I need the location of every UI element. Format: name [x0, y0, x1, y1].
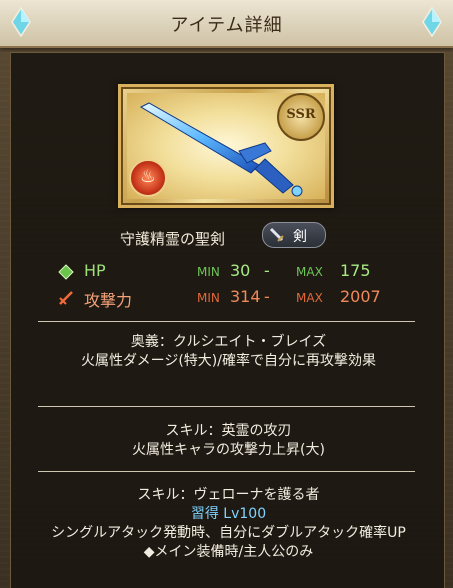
min-label: MIN	[197, 291, 220, 305]
divider	[38, 406, 415, 407]
min-value: 30	[230, 261, 251, 280]
sword-icon	[269, 227, 284, 242]
header-bar: アイテム詳細	[0, 0, 453, 48]
weapon-image: SSR ♨	[118, 84, 334, 208]
max-label: MAX	[296, 265, 323, 279]
skill-title: スキル：ヴェローナを護る者	[137, 487, 320, 503]
ougi-section: 奥義：クルシエイト・ブレイズ 火属性ダメージ(特大)/確率で自分に再攻撃効果	[50, 333, 407, 371]
rarity-badge: SSR	[277, 93, 325, 141]
divider	[38, 321, 415, 322]
item-name: 守護精霊の聖剣	[120, 230, 226, 248]
skill-section-2: スキル：ヴェローナを護る者 習得 Lv100 シングルアタック発動時、自分にダブ…	[50, 486, 420, 562]
weapon-type-badge: 剣	[262, 222, 326, 248]
ougi-description: 火属性ダメージ(特大)/確率で自分に再攻撃効果	[81, 353, 376, 369]
max-value: 2007	[340, 287, 381, 306]
skill-section-1: スキル：英霊の攻刃 火属性キャラの攻撃力上昇(大)	[50, 422, 407, 460]
sword-attack-icon	[59, 291, 73, 305]
diamond-icon	[58, 264, 74, 280]
page-title: アイテム詳細	[170, 15, 283, 36]
range-separator: -	[264, 287, 270, 306]
item-detail-window: アイテム詳細 SSR ♨ 守護精霊の聖剣 剣 HP MIN 30 - MAX 1…	[0, 0, 453, 588]
skill-description: 火属性キャラの攻撃力上昇(大)	[132, 442, 325, 458]
stat-label: 攻撃力	[84, 291, 133, 310]
stat-label: HP	[84, 261, 106, 280]
fire-element-icon: ♨	[129, 159, 167, 197]
range-separator: -	[264, 261, 270, 280]
ougi-title: 奥義：クルシエイト・ブレイズ	[130, 334, 327, 350]
max-value: 175	[340, 261, 371, 280]
min-value: 314	[230, 287, 261, 306]
hp-stat-row: HP MIN 30 - MAX 175	[50, 260, 410, 284]
weapon-type-label: 剣	[293, 229, 307, 245]
max-label: MAX	[296, 291, 323, 305]
divider	[38, 471, 415, 472]
min-label: MIN	[197, 265, 220, 279]
attack-stat-row: 攻撃力 MIN 314 - MAX 2007	[50, 286, 410, 310]
skill-learn-level: 習得 Lv100	[190, 506, 267, 522]
skill-title: スキル：英霊の攻刃	[165, 423, 292, 439]
crystal-ornament-icon	[422, 6, 442, 38]
skill-description: シングルアタック発動時、自分にダブルアタック確率UP ◆メイン装備時/主人公のみ	[51, 525, 420, 560]
